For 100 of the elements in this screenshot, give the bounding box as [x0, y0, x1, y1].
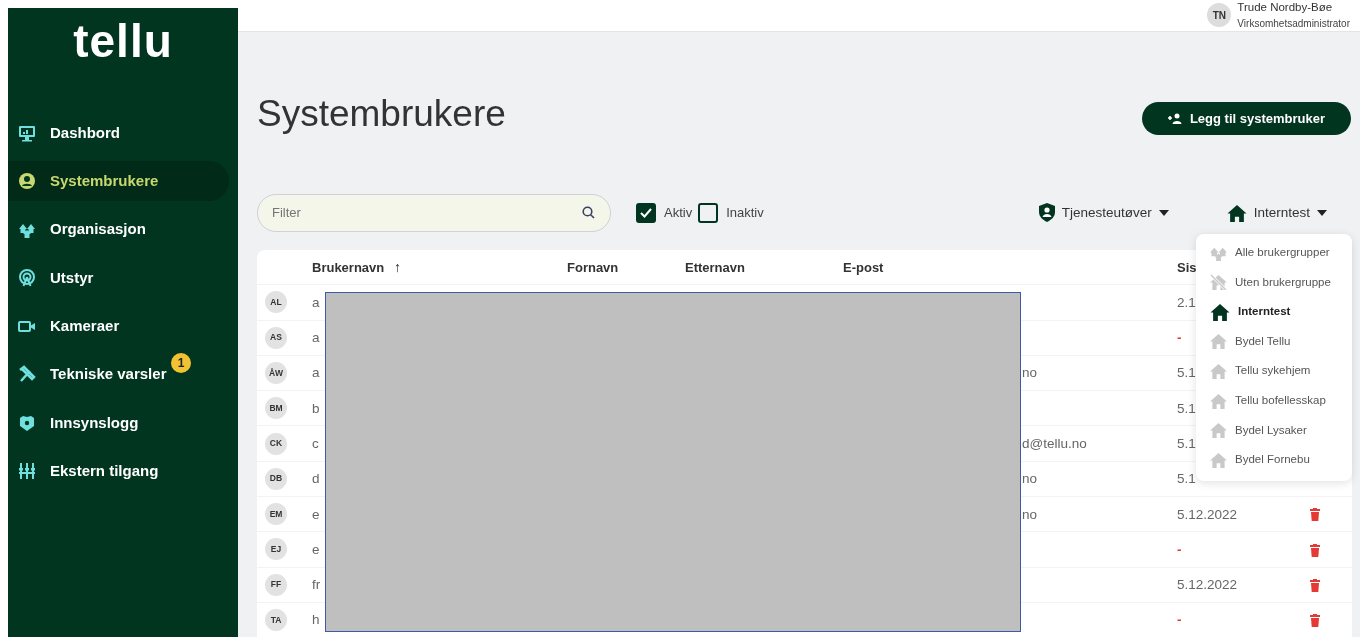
- table-cell: e: [312, 506, 320, 522]
- menu-item[interactable]: Interntest: [1196, 297, 1352, 327]
- user-avatar: FF: [265, 573, 287, 596]
- sidebar-item[interactable]: Tekniske varsler 1: [8, 354, 229, 395]
- table-cell: no: [1022, 471, 1038, 487]
- user-avatar: EM: [265, 503, 287, 526]
- sidebar-item[interactable]: Kameraer: [8, 306, 229, 347]
- nav-label: Innsynslogg: [50, 412, 139, 433]
- table-cell: 5.1: [1177, 400, 1196, 416]
- antenna-icon: [18, 268, 36, 287]
- table-cell: 5.1: [1177, 471, 1196, 487]
- table-cell: a: [312, 365, 320, 381]
- sidebar-item[interactable]: Dashbord: [8, 113, 229, 153]
- sidebar-item[interactable]: Ekstern tilgang: [8, 451, 229, 492]
- user-avatar: BM: [265, 397, 287, 420]
- user-role: Virksomhetsadministrator: [1237, 16, 1350, 31]
- add-user-button[interactable]: Legg til systembruker: [1141, 102, 1351, 136]
- table-cell: d: [312, 471, 320, 487]
- menu-item[interactable]: Uten brukergruppe: [1196, 267, 1352, 298]
- checkbox-label: Inaktiv: [726, 204, 764, 223]
- table-cell: a: [312, 330, 320, 345]
- house-icon: [1210, 392, 1227, 409]
- nav-label: Kameraer: [50, 315, 120, 336]
- user-avatar[interactable]: TN: [1207, 3, 1232, 28]
- checkmark-icon: [640, 207, 652, 218]
- sidebar-item[interactable]: Organisasjon: [8, 209, 229, 250]
- nav-label: Organisasjon: [50, 219, 146, 240]
- badge-icon: [18, 413, 36, 432]
- column-header[interactable]: Fornavn: [567, 259, 619, 275]
- user-avatar: CK: [265, 432, 287, 455]
- table-cell: b: [312, 400, 320, 416]
- column-header[interactable]: Brukernavn: [312, 259, 388, 275]
- crossed-house-icon: [1210, 274, 1227, 291]
- menu-item[interactable]: Bydel Tellu: [1196, 326, 1352, 357]
- table-cell: 5.12.2022: [1177, 577, 1238, 593]
- sort-arrow-icon: ↑: [393, 258, 401, 275]
- house-icon: [1210, 363, 1227, 380]
- menu-item[interactable]: Bydel Lysaker: [1196, 415, 1352, 446]
- sidebar-item[interactable]: Innsynslogg: [8, 402, 229, 443]
- caret-icon: [1158, 209, 1169, 216]
- add-person-icon: [1167, 113, 1182, 125]
- group-dropdown[interactable]: Interntest: [1226, 202, 1327, 224]
- user-name: Trude Nordby-Bøe: [1237, 0, 1334, 15]
- table-cell: c: [312, 435, 319, 451]
- user-avatar: AL: [265, 291, 287, 314]
- search-icon: [582, 205, 595, 219]
- menu-item[interactable]: Tellu sykehjem: [1196, 356, 1352, 386]
- trash-icon[interactable]: [1310, 614, 1320, 628]
- logo: tellu: [73, 18, 173, 64]
- house-icon: [1210, 451, 1227, 468]
- checkbox[interactable]: [636, 202, 656, 223]
- nav-label: Tekniske varsler: [50, 364, 167, 385]
- table-cell: fr: [312, 577, 321, 593]
- table-cell: 5.1: [1177, 365, 1196, 381]
- table-cell: no: [1022, 506, 1038, 522]
- table-cell: 5.1: [1177, 435, 1196, 451]
- table-cell: d@tellu.no: [1022, 435, 1087, 451]
- user-avatar: TA: [265, 609, 287, 631]
- person-icon: [18, 172, 36, 191]
- house-icon: [1210, 333, 1227, 350]
- filter-field[interactable]: Filter: [257, 193, 611, 232]
- column-header[interactable]: Etternavn: [685, 259, 745, 275]
- sliders-icon: [18, 462, 36, 481]
- table-cell: a: [312, 294, 320, 310]
- user-avatar: EJ: [265, 538, 287, 561]
- nav-label: Systembrukere: [50, 171, 159, 192]
- column-header[interactable]: E-post: [843, 259, 884, 275]
- nav-label: Dashbord: [50, 122, 120, 143]
- nav-label: Utstyr: [50, 267, 94, 288]
- sidebar-item[interactable]: Utstyr: [8, 257, 229, 298]
- trash-icon[interactable]: [1310, 543, 1320, 557]
- column-header[interactable]: Sis: [1177, 259, 1197, 275]
- menu-item[interactable]: Alle brukergrupper: [1196, 237, 1352, 268]
- table-cell: 5.12.2022: [1177, 506, 1238, 522]
- table-cell: -: [1177, 612, 1182, 628]
- tools-icon: [18, 365, 36, 384]
- menu-item[interactable]: Bydel Fornebu: [1196, 445, 1352, 475]
- nav-label: Ekstern tilgang: [50, 460, 159, 481]
- table-cell: -: [1177, 330, 1182, 345]
- table-cell: e: [312, 541, 320, 557]
- checkbox[interactable]: [698, 202, 719, 223]
- checkbox-label: Aktiv: [664, 204, 693, 223]
- user-avatar: ÅW: [265, 361, 287, 384]
- page-title: Systembrukere: [257, 91, 506, 136]
- user-avatar: AS: [265, 326, 287, 349]
- caret-icon: [1317, 209, 1327, 216]
- menu-item[interactable]: Tellu bofellesskap: [1196, 385, 1352, 416]
- trash-icon[interactable]: [1310, 579, 1320, 592]
- house-icon: [1210, 422, 1227, 439]
- table-cell: no: [1022, 365, 1038, 381]
- role-dropdown[interactable]: Tjenesteutøver: [1038, 202, 1169, 224]
- shield-person-icon: [1038, 203, 1055, 223]
- table-cell: h: [312, 612, 320, 628]
- trash-icon[interactable]: [1310, 508, 1320, 522]
- sidebar-item[interactable]: Systembrukere: [8, 161, 229, 202]
- table-cell: -: [1177, 541, 1182, 557]
- table-cell: 2.1: [1177, 294, 1196, 310]
- house-icon: [1210, 302, 1230, 321]
- user-avatar: DB: [265, 467, 287, 490]
- monitor-icon: [18, 124, 36, 142]
